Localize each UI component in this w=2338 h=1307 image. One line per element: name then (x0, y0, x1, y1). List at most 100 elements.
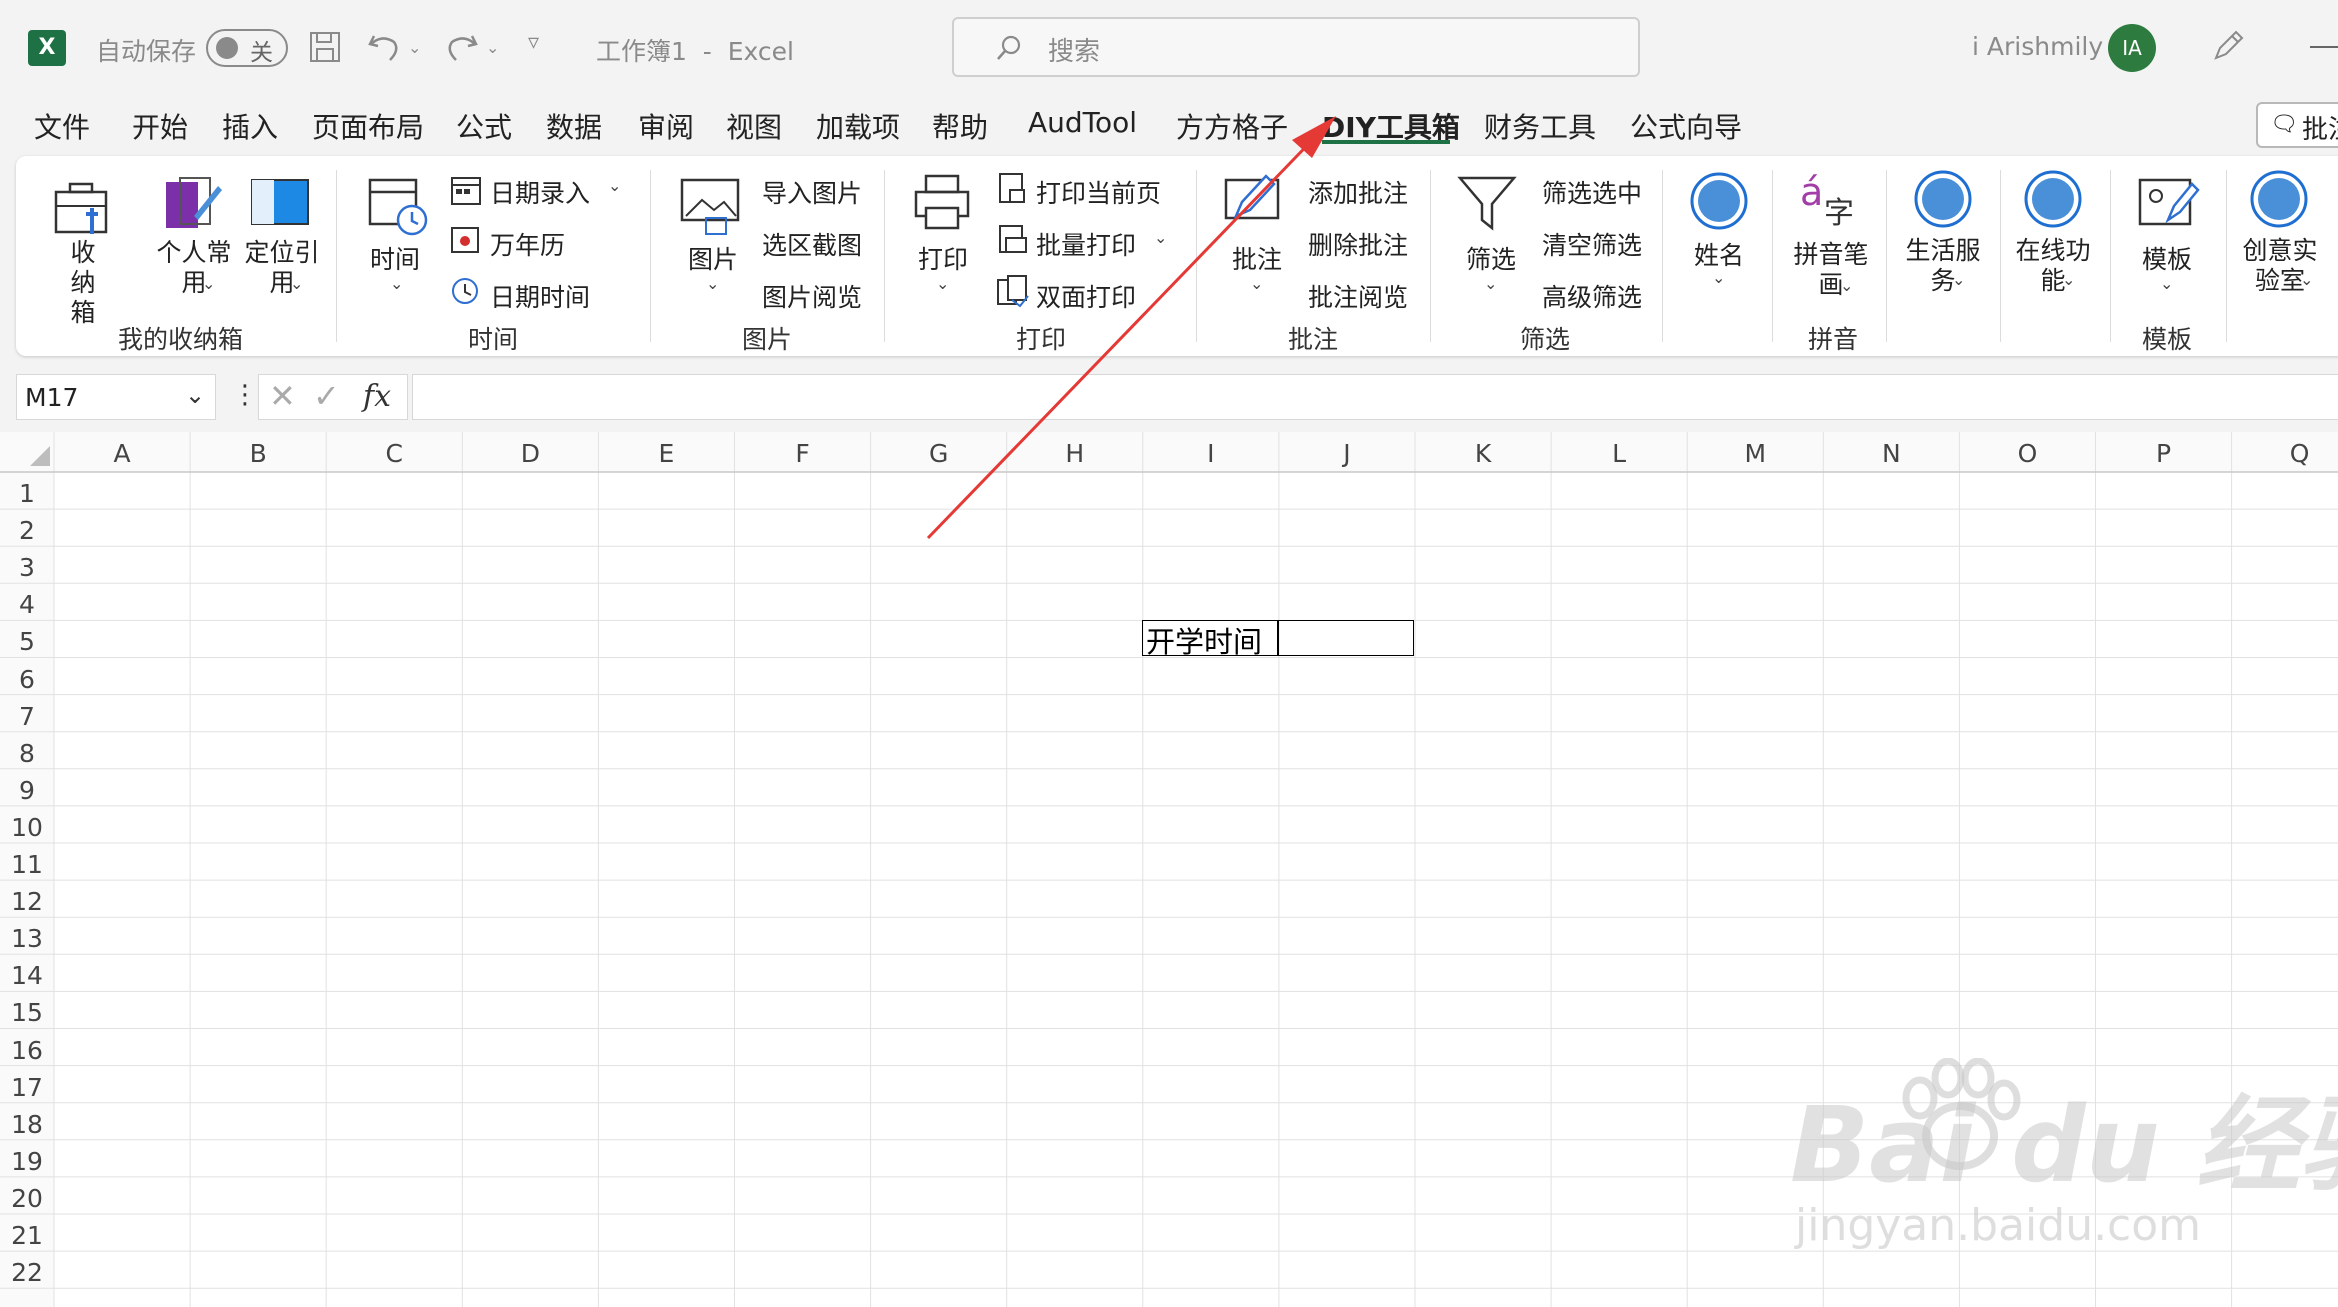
formula-input[interactable] (412, 374, 2338, 420)
column-header-n[interactable]: N (1823, 432, 1959, 472)
avatar[interactable]: IA (2108, 24, 2156, 72)
search-box[interactable]: 搜索 (952, 17, 1640, 77)
row-header-3[interactable]: 3 (0, 549, 54, 586)
redo-icon[interactable] (444, 30, 480, 64)
row-header-15[interactable]: 15 (0, 994, 54, 1031)
template-dropdown-icon[interactable]: ⌄ (2160, 274, 2173, 293)
name-box-dropdown-icon[interactable]: ⌄ (185, 381, 205, 409)
tab-data[interactable]: 数据 (546, 106, 602, 146)
row-header-12[interactable]: 12 (0, 883, 54, 920)
tab-page-layout[interactable]: 页面布局 (312, 106, 424, 146)
row-header-14[interactable]: 14 (0, 957, 54, 994)
column-header-p[interactable]: P (2096, 432, 2232, 472)
row-header-13[interactable]: 13 (0, 920, 54, 957)
picture-browse-button[interactable]: 图片阅览 (762, 278, 862, 314)
autosave-toggle[interactable]: 关 (206, 29, 288, 67)
picture-dropdown-icon[interactable]: ⌄ (706, 274, 719, 293)
picture-button[interactable]: 图片 (688, 240, 738, 276)
tab-home[interactable]: 开始 (132, 106, 188, 146)
name-box[interactable]: M17 ⌄ (16, 374, 216, 420)
column-header-l[interactable]: L (1551, 432, 1687, 472)
column-header-q[interactable]: Q (2232, 432, 2338, 472)
row-header-21[interactable]: 21 (0, 1217, 54, 1254)
tab-formula-wizard[interactable]: 公式向导 (1630, 106, 1742, 146)
row-header-19[interactable]: 19 (0, 1143, 54, 1180)
selection-screenshot-button[interactable]: 选区截图 (762, 226, 862, 262)
formula-bar-options-icon[interactable]: ⋮ (232, 380, 258, 410)
tab-view[interactable]: 视图 (726, 106, 782, 146)
clear-filter-button[interactable]: 清空筛选 (1542, 226, 1642, 262)
row-header-20[interactable]: 20 (0, 1180, 54, 1217)
tab-addins[interactable]: 加载项 (816, 106, 900, 146)
row-header-4[interactable]: 4 (0, 586, 54, 623)
row-header-9[interactable]: 9 (0, 772, 54, 809)
user-name[interactable]: i Arishmily (1972, 32, 2103, 61)
tab-finance-tools[interactable]: 财务工具 (1484, 106, 1596, 146)
date-entry-dropdown-icon[interactable]: ⌄ (608, 176, 621, 195)
tab-insert[interactable]: 插入 (222, 106, 278, 146)
cancel-icon[interactable]: ✕ (269, 377, 296, 415)
perpetual-calendar-button[interactable]: 万年历 (490, 226, 565, 262)
personal-common-button[interactable]: 个人常用 (154, 238, 234, 298)
filter-selected-button[interactable]: 筛选选中 (1542, 174, 1642, 210)
row-header-1[interactable]: 1 (0, 475, 54, 512)
row-header-7[interactable]: 7 (0, 698, 54, 735)
redo-dropdown-icon[interactable]: ⌄ (486, 38, 499, 57)
pinyin-dropdown-icon[interactable]: ⌄ (1840, 276, 1853, 295)
name-dropdown-icon[interactable]: ⌄ (1712, 268, 1725, 287)
datetime-button[interactable]: 日期时间 (490, 278, 590, 314)
select-all-corner[interactable] (0, 432, 54, 472)
row-header-16[interactable]: 16 (0, 1032, 54, 1069)
undo-icon[interactable] (366, 30, 402, 64)
filter-dropdown-icon[interactable]: ⌄ (1484, 274, 1497, 293)
tab-formulas[interactable]: 公式 (456, 106, 512, 146)
date-entry-button[interactable]: 日期录入 (490, 174, 590, 210)
template-button[interactable]: 模板 (2142, 240, 2192, 276)
advanced-filter-button[interactable]: 高级筛选 (1542, 278, 1642, 314)
import-picture-button[interactable]: 导入图片 (762, 174, 862, 210)
row-header-2[interactable]: 2 (0, 512, 54, 549)
locate-reference-button[interactable]: 定位引用 (242, 238, 322, 298)
creative-lab-dropdown-icon[interactable]: ⌄ (2300, 270, 2313, 289)
column-header-m[interactable]: M (1687, 432, 1823, 472)
row-header-8[interactable]: 8 (0, 735, 54, 772)
cell-I5[interactable]: 开学时间 (1146, 619, 1262, 661)
row-header-6[interactable]: 6 (0, 661, 54, 698)
row-header-11[interactable]: 11 (0, 846, 54, 883)
row-header-5[interactable]: 5 (0, 623, 54, 660)
filter-button[interactable]: 筛选 (1466, 240, 1516, 276)
name-button[interactable]: 姓名 (1694, 236, 1744, 272)
undo-dropdown-icon[interactable]: ⌄ (408, 38, 421, 57)
time-dropdown-icon[interactable]: ⌄ (390, 274, 403, 293)
comments-button[interactable]: 🗨 批注 (2256, 102, 2338, 148)
personal-dropdown-icon[interactable]: ⌄ (202, 274, 215, 293)
locate-dropdown-icon[interactable]: ⌄ (290, 274, 303, 293)
insert-function-button[interactable]: fx (363, 379, 391, 414)
column-header-c[interactable]: C (326, 432, 462, 472)
column-header-a[interactable]: A (54, 432, 190, 472)
collect-box-button[interactable]: 收纳箱 (62, 238, 104, 328)
enter-icon[interactable]: ✓ (313, 377, 340, 415)
pinyin-stroke-button[interactable]: 拼音笔画 (1792, 240, 1870, 300)
tab-file[interactable]: 文件 (34, 106, 90, 146)
column-header-f[interactable]: F (735, 432, 871, 472)
save-icon[interactable] (308, 30, 342, 64)
column-header-d[interactable]: D (462, 432, 598, 472)
pen-icon[interactable] (2210, 28, 2246, 64)
customize-qat-icon[interactable]: ▿ (528, 30, 539, 55)
row-header-22[interactable]: 22 (0, 1254, 54, 1291)
row-header-18[interactable]: 18 (0, 1106, 54, 1143)
row-header-17[interactable]: 17 (0, 1069, 54, 1106)
column-header-e[interactable]: E (598, 432, 734, 472)
time-button[interactable]: 时间 (370, 240, 420, 276)
life-service-button[interactable]: 生活服务 (1904, 236, 1982, 296)
row-header-10[interactable]: 10 (0, 809, 54, 846)
life-service-dropdown-icon[interactable]: ⌄ (1952, 270, 1965, 289)
column-header-o[interactable]: O (1959, 432, 2095, 472)
minimize-icon[interactable] (2310, 46, 2338, 48)
column-header-k[interactable]: K (1415, 432, 1551, 472)
online-func-dropdown-icon[interactable]: ⌄ (2062, 270, 2075, 289)
column-header-b[interactable]: B (190, 432, 326, 472)
tab-review[interactable]: 审阅 (638, 106, 694, 146)
online-function-button[interactable]: 在线功能 (2014, 236, 2092, 296)
